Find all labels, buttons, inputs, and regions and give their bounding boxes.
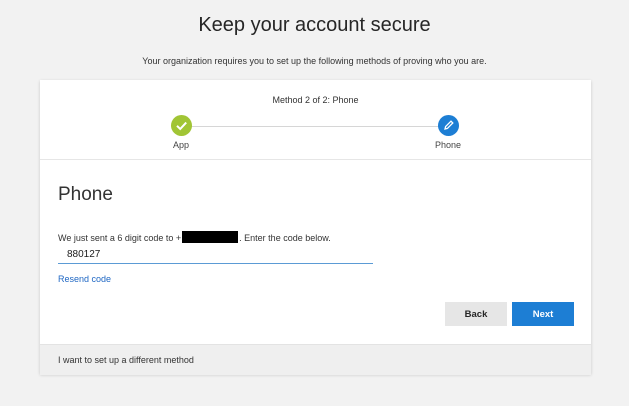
section-title: Phone: [58, 184, 113, 205]
page-title: Keep your account secure: [198, 14, 431, 36]
redacted-phone-number: [182, 231, 239, 243]
step-app-check-icon: [171, 115, 192, 136]
page-subtitle: Your organization requires you to set up…: [142, 56, 487, 66]
code-instruction: We just sent a 6 digit code to + . Enter …: [58, 231, 331, 243]
step-phone-label: Phone: [434, 140, 462, 150]
progress-track: [185, 126, 445, 127]
step-app-label: App: [172, 140, 189, 150]
different-method-link[interactable]: I want to set up a different method: [58, 355, 194, 365]
verification-code-input[interactable]: [58, 245, 373, 264]
back-button[interactable]: Back: [445, 302, 507, 326]
step-phone-pencil-icon: [438, 115, 459, 136]
card-footer: I want to set up a different method: [40, 344, 591, 375]
step-counter-label: Method 2 of 2: Phone: [272, 95, 359, 105]
instruction-suffix: . Enter the code below.: [239, 233, 331, 243]
resend-code-link[interactable]: Resend code: [58, 274, 111, 284]
setup-card: Method 2 of 2: Phone App Phone Phone We …: [40, 80, 591, 375]
next-button[interactable]: Next: [512, 302, 574, 326]
progress-stepper: Method 2 of 2: Phone App Phone: [40, 80, 591, 160]
instruction-prefix: We just sent a 6 digit code to +: [58, 233, 182, 243]
